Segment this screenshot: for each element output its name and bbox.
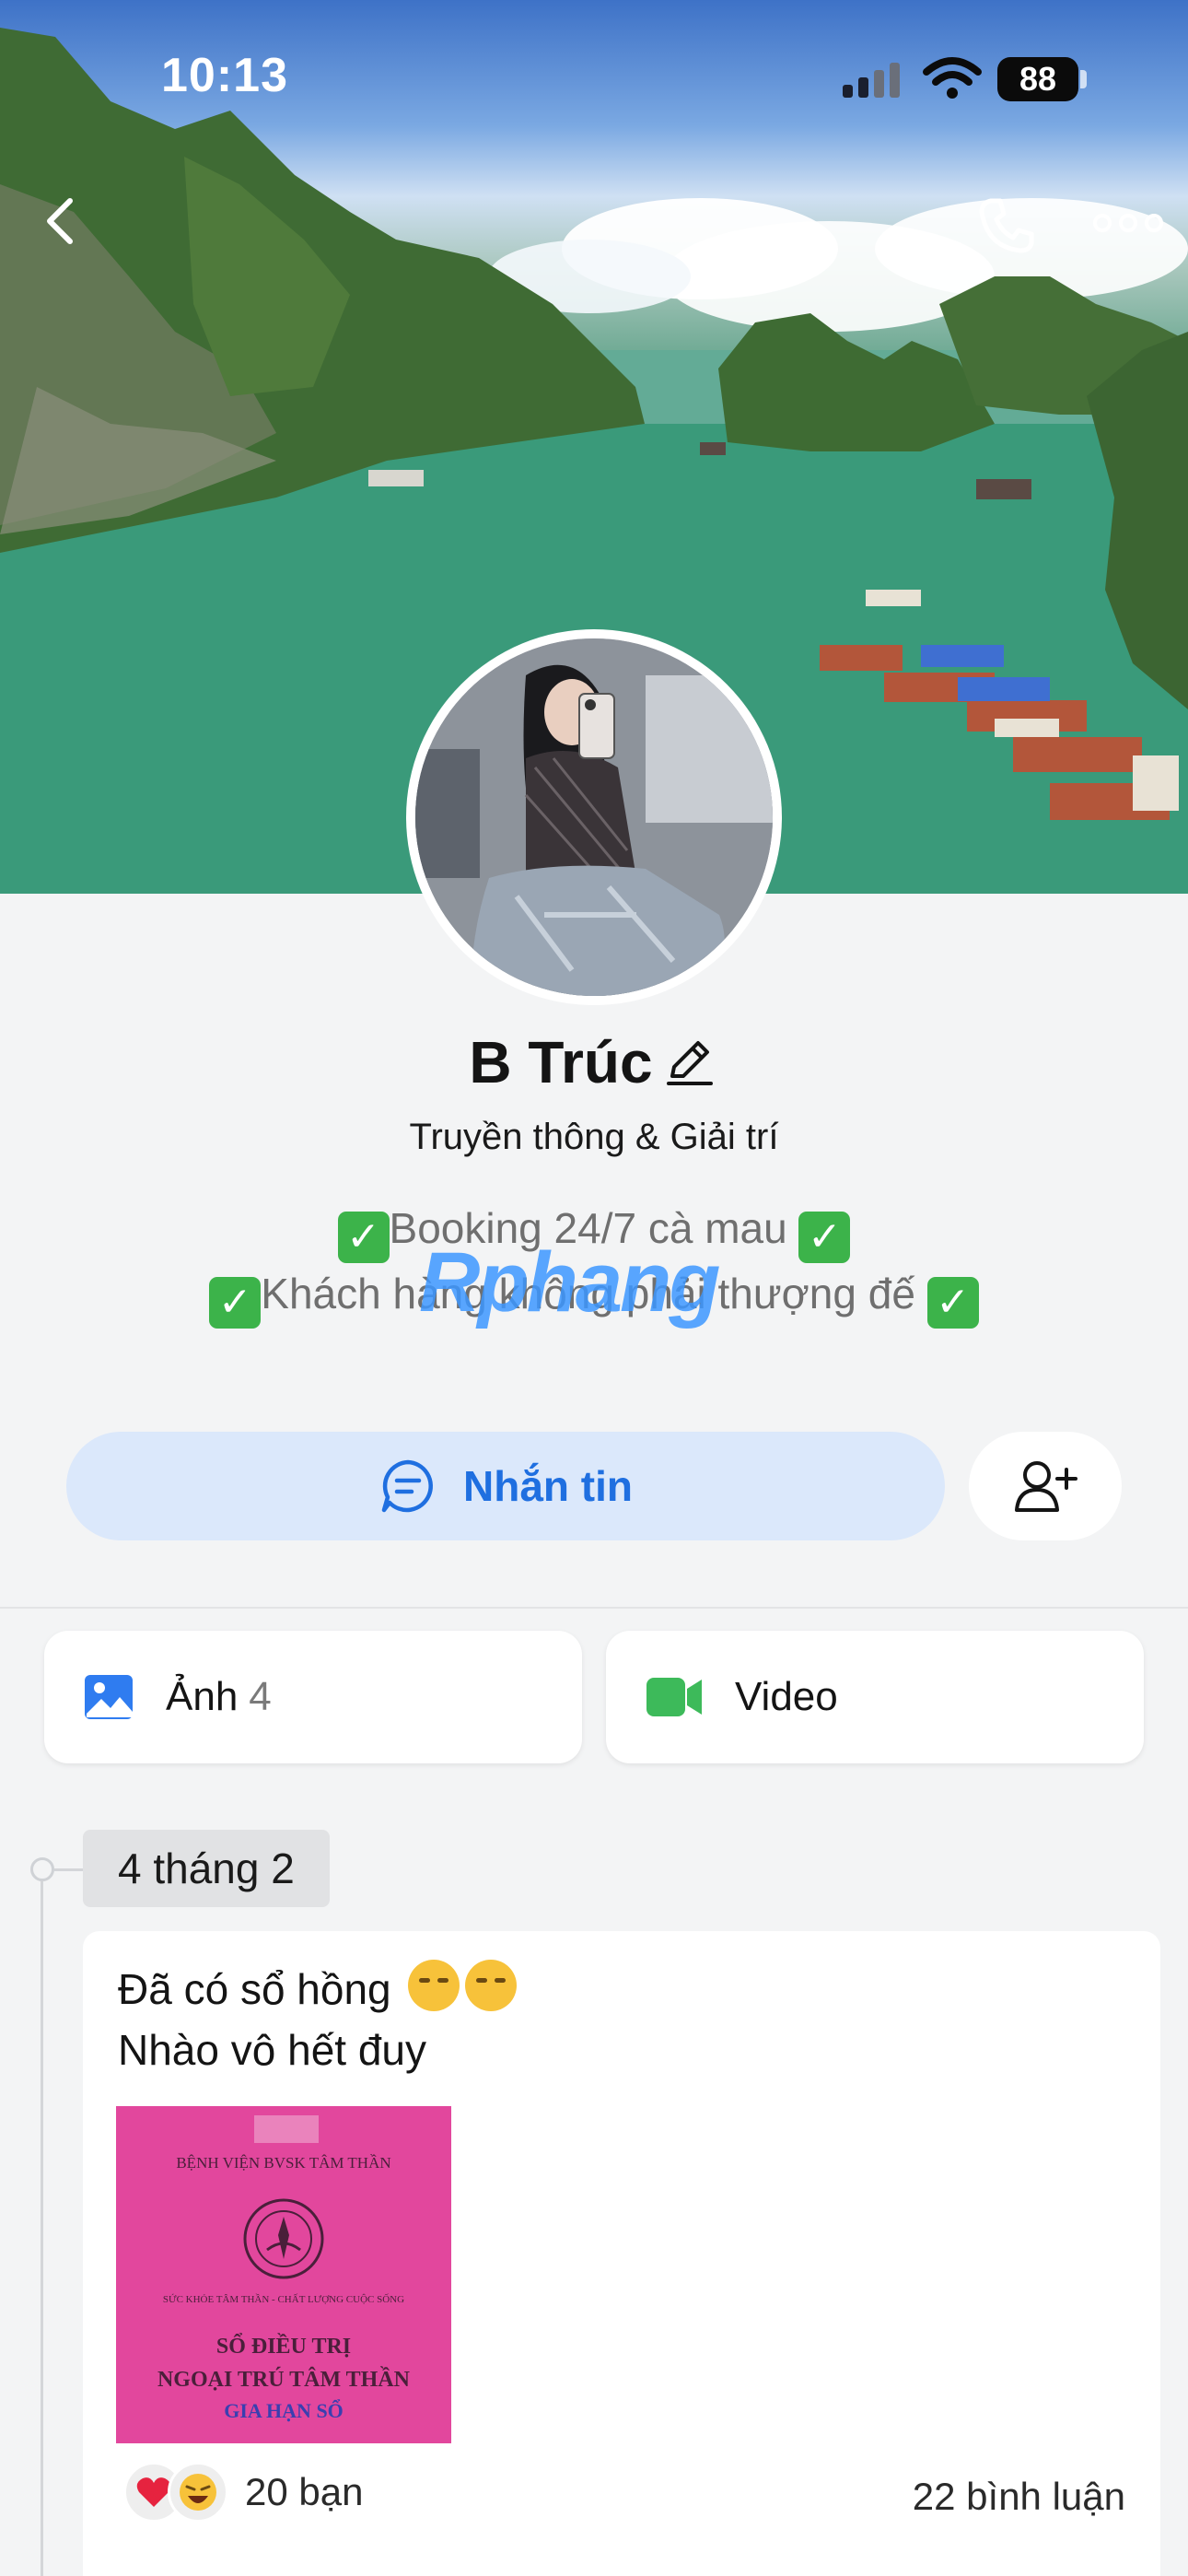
edit-pencil-icon[interactable] <box>663 1036 716 1089</box>
check-mark-icon: ✓ <box>209 1277 262 1329</box>
laugh-reaction-icon <box>168 2462 228 2523</box>
profile-category: Truyền thông & Giải trí <box>409 1117 779 1157</box>
wifi-icon <box>923 57 982 99</box>
chat-bubble-icon <box>381 1459 433 1513</box>
comment-count[interactable]: 22 bình luận <box>913 2475 1125 2519</box>
reaction-count: 20 bạn <box>245 2470 364 2513</box>
check-mark-icon: ✓ <box>926 1277 979 1329</box>
timeline-dot <box>30 1857 54 1881</box>
image-icon <box>85 1675 133 1719</box>
check-mark-icon: ✓ <box>337 1212 390 1263</box>
profile-name: B Trúc <box>0 1028 1188 1096</box>
photos-card[interactable]: Ảnh 4 <box>44 1631 582 1763</box>
post-line-1: Đã có sổ hồng <box>118 1959 518 2020</box>
profile-avatar[interactable] <box>406 629 782 1005</box>
photo-blur-patch <box>254 2115 319 2143</box>
status-time: 10:13 <box>161 49 288 102</box>
watermark-text: Rphang <box>419 1235 720 1329</box>
back-chevron-icon[interactable] <box>35 193 90 249</box>
avatar-figure <box>415 638 773 996</box>
booklet-hospital-name: BỆNH VIỆN BVSK TÂM THẦN <box>176 2154 391 2172</box>
booklet-title-1: SỔ ĐIỀU TRỊ <box>215 2335 352 2359</box>
add-friend-button[interactable] <box>969 1432 1122 1540</box>
videos-card[interactable]: Video <box>606 1631 1144 1763</box>
reaction-summary[interactable]: 20 bạn <box>123 2462 363 2523</box>
phone-icon[interactable] <box>974 193 1039 258</box>
post-line-1-text: Đã có sổ hồng <box>118 1965 391 2013</box>
message-button[interactable]: Nhắn tin <box>66 1432 945 1540</box>
add-friend-icon <box>1015 1461 1077 1512</box>
check-mark-icon: ✓ <box>798 1212 851 1263</box>
photos-count: 4 <box>249 1674 272 1719</box>
more-icon[interactable] <box>1091 205 1165 241</box>
battery-indicator: 88 <box>997 57 1078 101</box>
cellular-signal-icon <box>843 63 900 98</box>
booklet-stamp: GIA HẠN SỔ <box>224 2399 344 2422</box>
smirk-emoji-icon <box>465 1960 518 2011</box>
status-bar: 10:13 88 <box>0 0 1188 147</box>
timeline-line <box>41 1868 43 2576</box>
video-camera-icon <box>646 1678 702 1716</box>
timeline-post[interactable]: Đã có sổ hồng Nhào vô hết đuy BỆNH VIỆN … <box>83 1931 1160 2576</box>
battery-nub <box>1080 70 1087 88</box>
post-text: Đã có sổ hồng Nhào vô hết đuy <box>118 1959 518 2080</box>
hospital-seal-icon <box>243 2198 324 2279</box>
profile-name-text: B Trúc <box>469 1029 653 1095</box>
post-line-2: Nhào vô hết đuy <box>118 2026 427 2074</box>
timeline-tick <box>54 1868 84 1871</box>
watermark: Rphang <box>419 1235 720 1331</box>
booklet-motto: SỨC KHỎE TÂM THẦN - CHẤT LƯỢNG CUỘC SỐNG <box>162 2294 405 2305</box>
videos-label: Video <box>735 1674 838 1719</box>
timeline-date: 4 tháng 2 <box>83 1830 330 1907</box>
booklet-title-2: NGOẠI TRÚ TÂM THẦN <box>157 2368 411 2392</box>
avatar-photo <box>415 638 773 996</box>
message-button-label: Nhắn tin <box>463 1462 633 1510</box>
smirk-emoji-icon <box>408 1960 460 2011</box>
photos-label: Ảnh <box>166 1674 239 1719</box>
section-divider <box>0 1607 1188 1609</box>
post-photo[interactable]: BỆNH VIỆN BVSK TÂM THẦN SỨC KHỎE TÂM THẦ… <box>116 2106 451 2443</box>
